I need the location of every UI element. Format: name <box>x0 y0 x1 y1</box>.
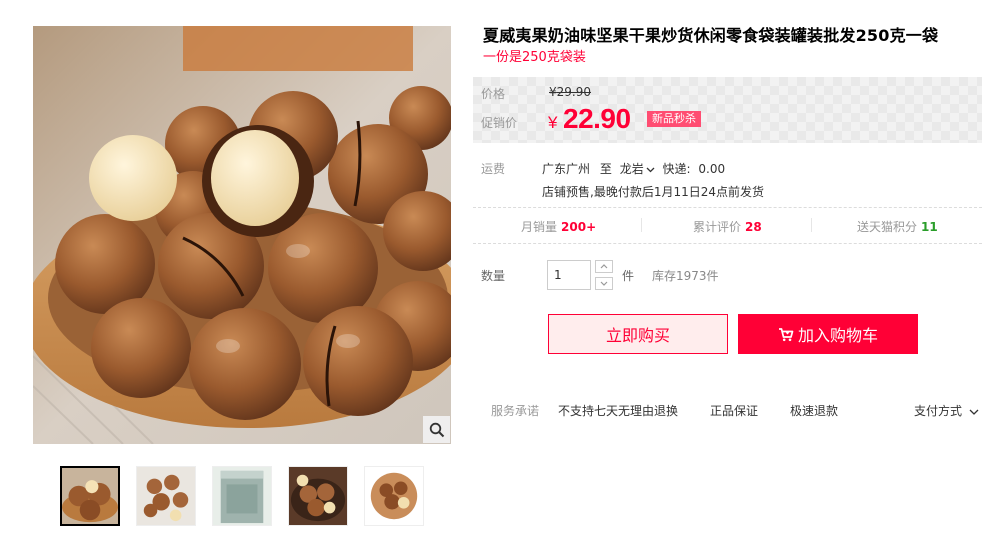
chevron-up-icon <box>600 264 608 269</box>
thumbnail-strip <box>60 466 430 528</box>
original-price: ¥29.90 <box>549 85 591 99</box>
shipping-route: 广东广州 至 龙岩 快递: 0.00 <box>542 160 725 177</box>
service-genuine[interactable]: 正品保证 <box>710 402 758 419</box>
stock-count: 库存1973件 <box>652 269 719 283</box>
service-label: 服务承诺 <box>491 404 540 418</box>
divider <box>811 218 812 232</box>
ship-to-word: 至 <box>599 162 612 176</box>
price-panel: 价格 ¥29.90 促销价 ¥ 22.90 新品秒杀 <box>473 77 982 143</box>
buy-now-label: 立即购买 <box>605 326 670 345</box>
currency-symbol: ¥ <box>548 113 558 132</box>
quantity-input[interactable] <box>547 260 591 290</box>
quantity-increase-button[interactable] <box>595 260 613 273</box>
thumbnail-5[interactable] <box>364 466 424 526</box>
stats-bar: 月销量 200+ 累计评价 28 送天猫积分 11 <box>473 208 982 242</box>
service-fast-refund[interactable]: 极速退款 <box>790 402 838 419</box>
chevron-down-icon <box>600 281 608 286</box>
main-product-image[interactable] <box>33 26 451 444</box>
product-subtitle: 一份是250克袋装 <box>483 50 586 65</box>
add-to-cart-label: 加入购物车 <box>797 326 878 345</box>
promo-price-label: 促销价 <box>481 116 518 130</box>
thumbnail-2[interactable] <box>136 466 196 526</box>
quantity-unit: 件 <box>622 269 635 283</box>
presale-note: 店铺预售,最晚付款后1月11日24点前发货 <box>542 185 764 199</box>
shipping-label: 运费 <box>481 162 506 176</box>
monthly-sales: 月销量 200+ <box>521 220 597 234</box>
payment-methods-toggle[interactable]: 支付方式 <box>914 402 979 419</box>
quantity-label: 数量 <box>481 269 506 283</box>
tmall-points: 送天猫积分 11 <box>857 220 938 234</box>
zoom-button[interactable] <box>423 416 450 443</box>
thumbnail-1[interactable] <box>60 466 120 526</box>
ship-destination-select[interactable]: 龙岩 <box>620 162 657 176</box>
thumbnail-3[interactable] <box>212 466 272 526</box>
ship-from: 广东广州 <box>542 162 591 176</box>
thumbnail-4[interactable] <box>288 466 348 526</box>
product-title: 夏威夷果奶油味坚果干果炒货休闲零食袋装罐装批发250克一袋 <box>483 26 939 45</box>
divider <box>641 218 642 232</box>
add-to-cart-button[interactable]: 加入购物车 <box>738 314 918 354</box>
search-icon <box>429 422 444 437</box>
promo-price: 22.90 <box>563 103 631 134</box>
cart-icon <box>778 327 794 341</box>
review-count[interactable]: 累计评价 28 <box>693 218 762 235</box>
promo-badge: 新品秒杀 <box>647 111 701 127</box>
price-label: 价格 <box>481 87 506 101</box>
buy-now-button[interactable]: 立即购买 <box>548 314 728 354</box>
divider <box>473 243 982 244</box>
express-fee: 0.00 <box>698 162 726 176</box>
chevron-down-icon <box>969 409 979 415</box>
quantity-decrease-button[interactable] <box>595 277 613 290</box>
chevron-down-icon <box>646 167 655 173</box>
express-label: 快递: <box>662 162 691 176</box>
service-no-return[interactable]: 不支持七天无理由退换 <box>558 402 678 419</box>
